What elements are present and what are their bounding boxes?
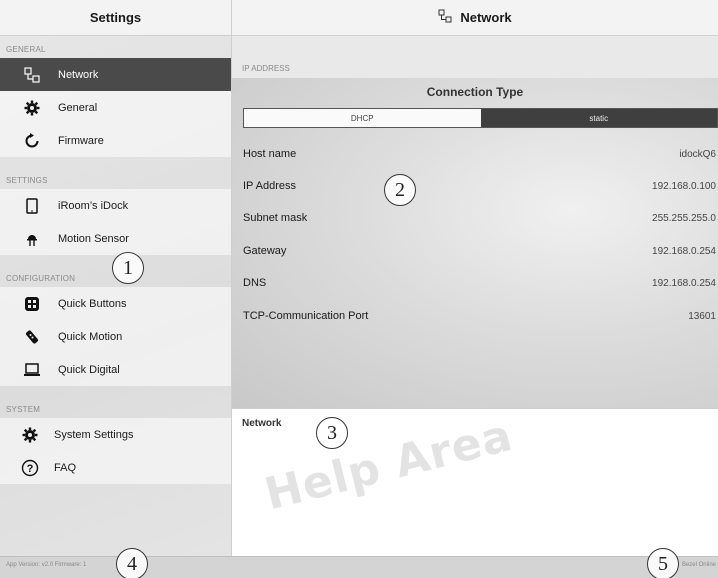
help-title: Network — [242, 418, 282, 429]
field-label: Subnet mask — [243, 212, 308, 224]
help-watermark: Help Area — [260, 409, 518, 521]
tcp-port-field[interactable]: 13601 — [688, 311, 718, 322]
sidebar-item-label: General — [58, 101, 98, 114]
laptop-icon — [22, 360, 42, 380]
field-label: Gateway — [243, 245, 287, 257]
sidebar-item-label: FAQ — [54, 461, 77, 474]
question-icon: ? — [20, 458, 40, 478]
static-option[interactable]: static — [480, 109, 717, 127]
svg-text:?: ? — [27, 463, 34, 475]
dns-row: DNS 192.168.0.254 — [232, 267, 718, 299]
sidebar-item-firmware[interactable]: Firmware — [0, 124, 231, 157]
refresh-icon — [22, 131, 42, 151]
sidebar-item-label: Firmware — [58, 134, 104, 147]
dhcp-option[interactable]: DHCP — [244, 109, 481, 127]
sidebar-item-quick-digital[interactable]: Quick Digital — [0, 353, 231, 386]
connection-type-title: Connection Type — [426, 85, 524, 99]
tcp-port-row: TCP-Communication Port 13601 — [232, 300, 718, 332]
sidebar-item-faq[interactable]: ? FAQ — [0, 451, 231, 484]
sidebar-item-iroom-idock[interactable]: iRoom’s iDock — [0, 189, 231, 222]
tablet-icon — [22, 196, 42, 216]
status-footer: App Version: v2.0 Firmware: 1 Bezel Onli… — [0, 556, 718, 578]
callout-marker: 3 — [316, 417, 348, 449]
dns-field[interactable]: 192.168.0.254 — [652, 278, 718, 289]
gateway-row: Gateway 192.168.0.254 — [232, 235, 718, 267]
field-label: TCP-Communication Port — [243, 310, 369, 322]
sidebar-title: Settings — [89, 10, 142, 25]
sidebar-item-general[interactable]: General — [0, 91, 231, 124]
ip-address-section-label: IP ADDRESS — [242, 63, 290, 73]
connection-type-segmented-control: DHCP static — [243, 108, 718, 128]
version-text: App Version: v2.0 Firmware: 1 — [6, 562, 87, 568]
ip-address-field[interactable]: 192.168.0.100 — [652, 181, 718, 192]
sidebar: GENERAL Network General Firmware SETTING… — [0, 36, 232, 556]
gear-icon — [20, 425, 40, 445]
section-label-general: GENERAL — [6, 45, 46, 54]
gateway-field[interactable]: 192.168.0.254 — [652, 246, 718, 257]
section-label-system: SYSTEM — [6, 405, 41, 414]
button-grid-icon — [22, 294, 42, 314]
motion-sensor-icon — [22, 229, 42, 249]
sidebar-item-label: Quick Digital — [58, 363, 120, 376]
host-name-field[interactable]: idockQ6 — [679, 149, 718, 160]
connection-status: Bezel Online — [681, 562, 716, 568]
sidebar-item-system-settings[interactable]: System Settings — [0, 418, 231, 451]
remote-icon — [22, 327, 42, 347]
callout-marker: 4 — [116, 548, 148, 578]
sidebar-item-network[interactable]: Network — [0, 58, 231, 91]
sidebar-item-quick-buttons[interactable]: Quick Buttons — [0, 287, 231, 320]
sidebar-item-label: Quick Buttons — [58, 297, 127, 310]
ip-address-row: IP Address 192.168.0.100 — [232, 170, 718, 202]
field-label: DNS — [243, 277, 267, 289]
page-title-bar: Network — [232, 0, 718, 36]
sidebar-item-label: System Settings — [54, 428, 134, 441]
host-name-row: Host name idockQ6 — [232, 138, 718, 170]
field-label: IP Address — [243, 180, 296, 192]
callout-marker: 2 — [384, 174, 416, 206]
network-icon — [438, 9, 452, 26]
page-title: Network — [460, 10, 512, 25]
sidebar-item-quick-motion[interactable]: Quick Motion — [0, 320, 231, 353]
sidebar-title-bar: Settings — [0, 0, 232, 36]
callout-marker: 1 — [112, 252, 144, 284]
help-area: Network Help Area — [232, 408, 718, 556]
sidebar-item-label: Motion Sensor — [58, 232, 129, 245]
gear-icon — [22, 98, 42, 118]
sidebar-item-label: iRoom’s iDock — [58, 199, 129, 212]
sidebar-item-label: Quick Motion — [58, 330, 123, 343]
subnet-mask-field[interactable]: 255.255.255.0 — [652, 213, 718, 224]
subnet-mask-row: Subnet mask 255.255.255.0 — [232, 202, 718, 234]
section-label-settings: SETTINGS — [6, 176, 48, 185]
sidebar-item-label: Network — [58, 68, 99, 81]
sidebar-item-motion-sensor[interactable]: Motion Sensor — [0, 222, 231, 255]
network-icon — [22, 65, 42, 85]
callout-marker: 5 — [647, 548, 679, 578]
field-label: Host name — [243, 148, 297, 160]
